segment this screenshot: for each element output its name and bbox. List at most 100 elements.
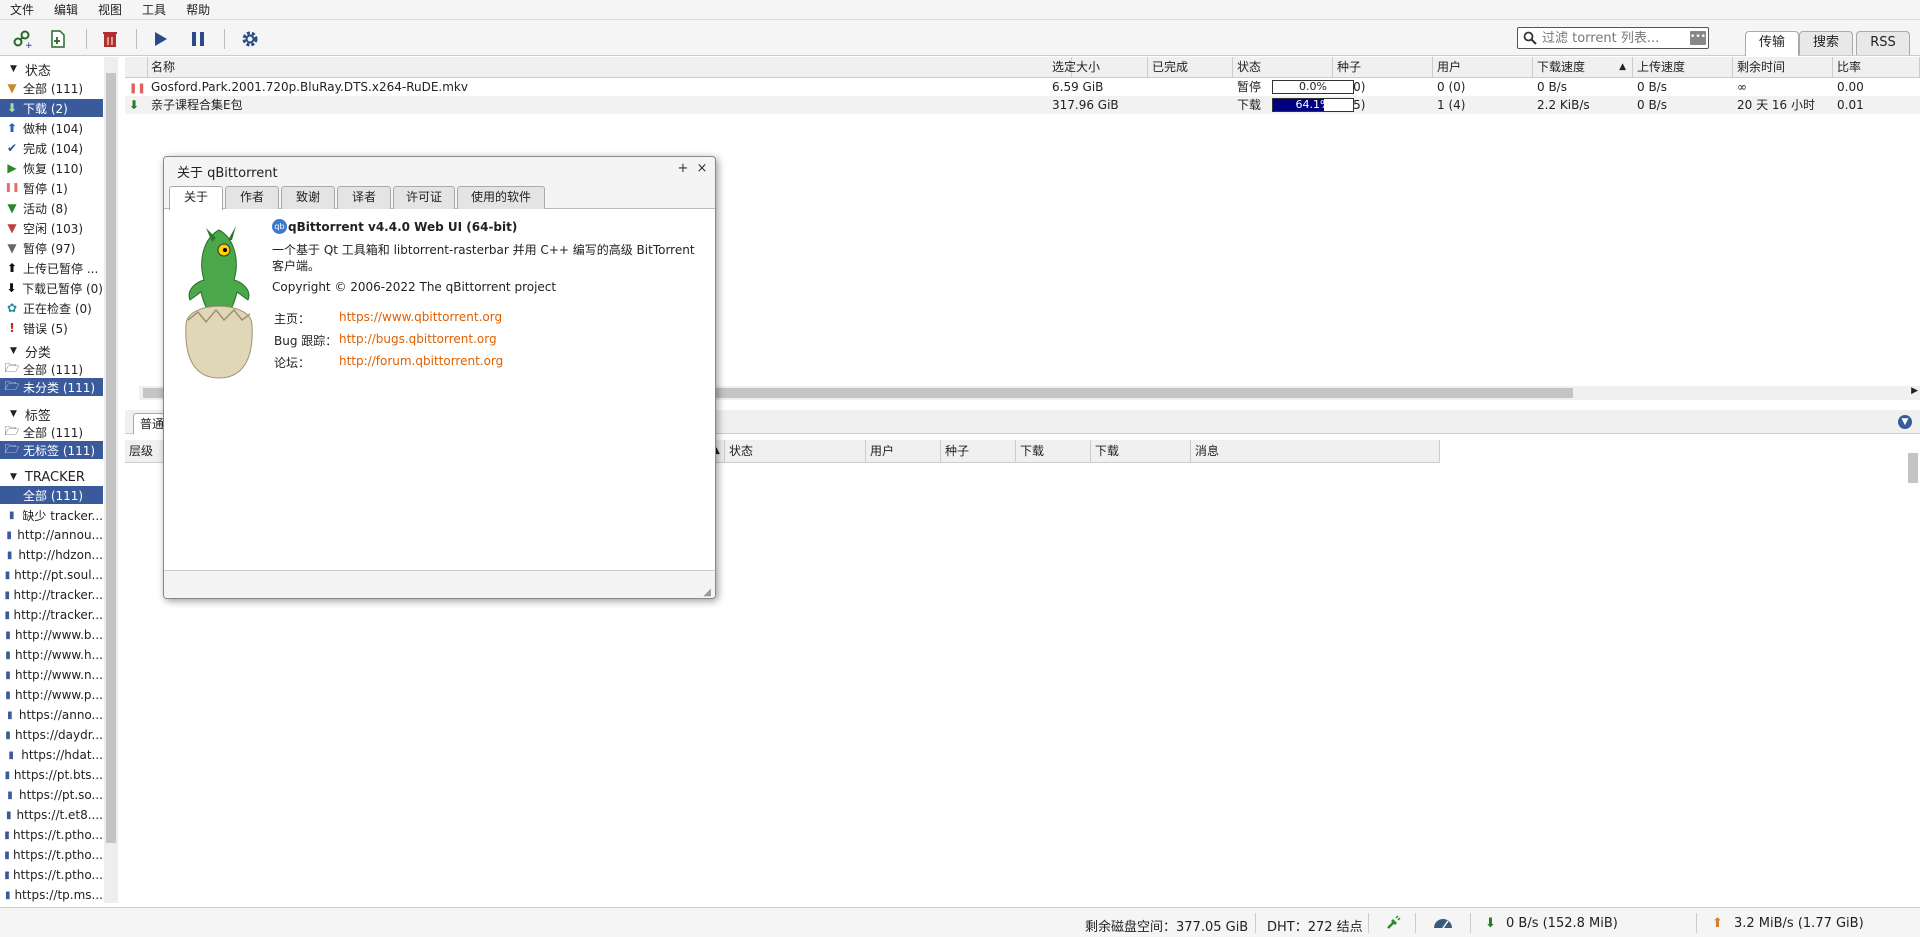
column-header-peers[interactable]: 用户 bbox=[1433, 57, 1533, 78]
sidebar-scrollbar[interactable] bbox=[104, 57, 118, 903]
column-header-downloaded[interactable]: 下载 bbox=[1016, 440, 1091, 463]
menu-file[interactable]: 文件 bbox=[0, 0, 44, 19]
add-torrent-file-icon[interactable] bbox=[46, 27, 70, 51]
sidebar-tracker-item[interactable]: ▮ https://daydr... bbox=[0, 726, 103, 744]
sidebar-status-item[interactable]: ! 错误 (5) bbox=[0, 319, 103, 337]
add-torrent-link-icon[interactable]: + bbox=[10, 27, 34, 51]
sidebar-tracker-item[interactable]: ▮ http://hdzon... bbox=[0, 546, 103, 564]
sidebar-tag-untagged[interactable]: 🗁 无标签 (111) bbox=[0, 441, 103, 459]
table-row[interactable]: ⬇亲子课程合集E包317.96 GiB下载4 (5)1 (4)2.2 KiB/s… bbox=[125, 96, 1920, 114]
sidebar-status-item[interactable]: ▶ 恢复 (110) bbox=[0, 159, 103, 177]
column-header-seeds[interactable]: 种子 bbox=[941, 440, 1016, 463]
dialog-titlebar[interactable]: 关于 qBittorrent + × bbox=[164, 157, 715, 183]
sidebar-status-item[interactable]: ⬆ 上传已暂停 ... bbox=[0, 259, 103, 277]
status-header[interactable]: ▼ 状态 bbox=[10, 60, 51, 79]
menu-tools[interactable]: 工具 bbox=[132, 0, 176, 19]
collapse-panel-icon[interactable]: ▼ bbox=[1898, 415, 1912, 429]
resize-grip-icon[interactable]: ◢ bbox=[703, 587, 711, 598]
sidebar-tracker-item[interactable]: ▮ http://www.h... bbox=[0, 646, 103, 664]
tab-transfers[interactable]: 传输 bbox=[1745, 31, 1799, 56]
search-input[interactable] bbox=[1542, 30, 1682, 46]
scroll-right-icon[interactable]: ▶ bbox=[1911, 386, 1918, 396]
column-header-status[interactable]: 状态 bbox=[1233, 57, 1333, 78]
column-header-progress[interactable]: 已完成 bbox=[1148, 57, 1233, 78]
sidebar-tracker-item[interactable]: ▮ https://t.ptho... bbox=[0, 826, 103, 844]
scrollbar-thumb[interactable] bbox=[106, 73, 116, 843]
sidebar-tag-all[interactable]: 🗁 全部 (111) bbox=[0, 423, 103, 441]
sidebar-tracker-item[interactable]: ▮ 缺少 tracker... bbox=[0, 506, 103, 524]
gear-icon[interactable] bbox=[238, 27, 262, 51]
column-header-name[interactable]: 名称 bbox=[147, 57, 1072, 78]
delete-icon[interactable] bbox=[98, 27, 122, 51]
sidebar-status-item[interactable]: ▼ 空闲 (103) bbox=[0, 219, 103, 237]
tracker-server-icon: ▮ bbox=[7, 789, 13, 801]
sidebar-tracker-item[interactable]: 全部 (111) bbox=[0, 486, 103, 504]
tab-rss[interactable]: RSS bbox=[1856, 31, 1910, 55]
column-header-message[interactable]: 消息 bbox=[1191, 440, 1440, 463]
sidebar-tracker-item[interactable]: ▮ http://www.b... bbox=[0, 626, 103, 644]
column-header-upspeed[interactable]: 上传速度 bbox=[1633, 57, 1733, 78]
column-header-seeds[interactable]: 种子 bbox=[1333, 57, 1433, 78]
resume-icon[interactable] bbox=[148, 27, 172, 51]
close-icon[interactable]: × bbox=[695, 162, 709, 176]
tab-authors[interactable]: 作者 bbox=[225, 186, 279, 209]
sidebar-category-uncategorized[interactable]: 🗁 未分类 (111) bbox=[0, 378, 103, 396]
tab-about[interactable]: 关于 bbox=[169, 186, 223, 210]
column-header-eta[interactable]: 剩余时间 bbox=[1733, 57, 1833, 78]
tab-translators[interactable]: 译者 bbox=[337, 186, 391, 209]
tab-search[interactable]: 搜索 bbox=[1799, 31, 1853, 55]
sidebar-tracker-item[interactable]: ▮ http://tracker... bbox=[0, 586, 103, 604]
menu-edit[interactable]: 编辑 bbox=[44, 0, 88, 19]
sidebar-tracker-item[interactable]: ▮ http://pt.soul... bbox=[0, 566, 103, 584]
connection-status-icon[interactable] bbox=[1385, 915, 1401, 935]
tab-thanks[interactable]: 致谢 bbox=[281, 186, 335, 209]
sidebar-category-all[interactable]: 🗁 全部 (111) bbox=[0, 360, 103, 378]
sidebar-tracker-item[interactable]: ▮ http://www.p... bbox=[0, 686, 103, 704]
tracker-header[interactable]: ▼ TRACKER bbox=[10, 468, 85, 486]
peers-table-vscrollbar[interactable] bbox=[1906, 453, 1920, 903]
sidebar-tracker-item[interactable]: ▮ http://www.n... bbox=[0, 666, 103, 684]
column-header-peers[interactable]: 用户 bbox=[866, 440, 941, 463]
forum-link[interactable]: http://forum.qbittorrent.org bbox=[339, 354, 503, 368]
maximize-icon[interactable]: + bbox=[676, 162, 690, 176]
upload-arrow-icon: ⬆ bbox=[6, 121, 18, 135]
filter-options-icon[interactable]: ••• bbox=[1690, 31, 1706, 45]
column-header-size[interactable]: 选定大小 bbox=[1048, 57, 1148, 78]
sidebar-status-item[interactable]: ▼ 全部 (111) bbox=[0, 79, 103, 97]
sidebar-status-item[interactable]: ▼ 暂停 (97) bbox=[0, 239, 103, 257]
sidebar-tracker-item[interactable]: ▮ https://t.et8.... bbox=[0, 806, 103, 824]
column-header-downloaded-2[interactable]: 下载 bbox=[1091, 440, 1191, 463]
sidebar-tracker-item[interactable]: ▮ https://anno... bbox=[0, 706, 103, 724]
tag-header[interactable]: ▼ 标签 bbox=[10, 405, 51, 424]
tab-software-used[interactable]: 使用的软件 bbox=[457, 186, 545, 209]
sidebar-status-item[interactable]: ⬆ 做种 (104) bbox=[0, 119, 103, 137]
menu-help[interactable]: 帮助 bbox=[176, 0, 220, 19]
speed-limit-icon[interactable] bbox=[1432, 915, 1454, 935]
bugtracker-link[interactable]: http://bugs.qbittorrent.org bbox=[339, 332, 497, 346]
column-header-ratio[interactable]: 比率 bbox=[1833, 57, 1920, 78]
menu-view[interactable]: 视图 bbox=[88, 0, 132, 19]
sidebar-tracker-item[interactable]: ▮ http://tracker... bbox=[0, 606, 103, 624]
column-header-icon[interactable] bbox=[125, 57, 148, 78]
sidebar-status-item[interactable]: ✔ 完成 (104) bbox=[0, 139, 103, 157]
scrollbar-thumb[interactable] bbox=[1908, 453, 1918, 483]
pause-icon[interactable] bbox=[186, 27, 210, 51]
column-header-status[interactable]: ▲ 状态 bbox=[713, 440, 866, 463]
category-header[interactable]: ▼ 分类 bbox=[10, 342, 51, 361]
sidebar-tracker-item[interactable]: ▮ https://tp.ms... bbox=[0, 886, 103, 903]
sidebar-tracker-item[interactable]: ▮ https://pt.so... bbox=[0, 786, 103, 804]
homepage-link[interactable]: https://www.qbittorrent.org bbox=[339, 310, 502, 324]
sidebar-status-item[interactable]: ❚❚ 暂停 (1) bbox=[0, 179, 103, 197]
sidebar-status-item[interactable]: ⬇ 下载 (2) bbox=[0, 99, 103, 117]
sidebar-tracker-item[interactable]: ▮ https://t.ptho... bbox=[0, 866, 103, 884]
column-header-dlspeed[interactable]: 下载速度 ▲ bbox=[1533, 57, 1633, 78]
sidebar-status-item[interactable]: ⬇ 下载已暂停 (0) bbox=[0, 279, 103, 297]
table-row[interactable]: ❚❚ Gosford.Park.2001.720p.BluRay.DTS.x264… bbox=[125, 78, 1920, 96]
sidebar-status-item[interactable]: ✿ 正在检查 (0) bbox=[0, 299, 103, 317]
sidebar-tracker-item[interactable]: ▮ http://annou... bbox=[0, 526, 103, 544]
sidebar-tracker-item[interactable]: ▮ https://t.ptho... bbox=[0, 846, 103, 864]
sidebar-tracker-item[interactable]: ▮ https://pt.bts... bbox=[0, 766, 103, 784]
tab-license[interactable]: 许可证 bbox=[393, 186, 455, 209]
sidebar-tracker-item[interactable]: ▮ https://hdat... bbox=[0, 746, 103, 764]
sidebar-status-item[interactable]: ▼ 活动 (8) bbox=[0, 199, 103, 217]
